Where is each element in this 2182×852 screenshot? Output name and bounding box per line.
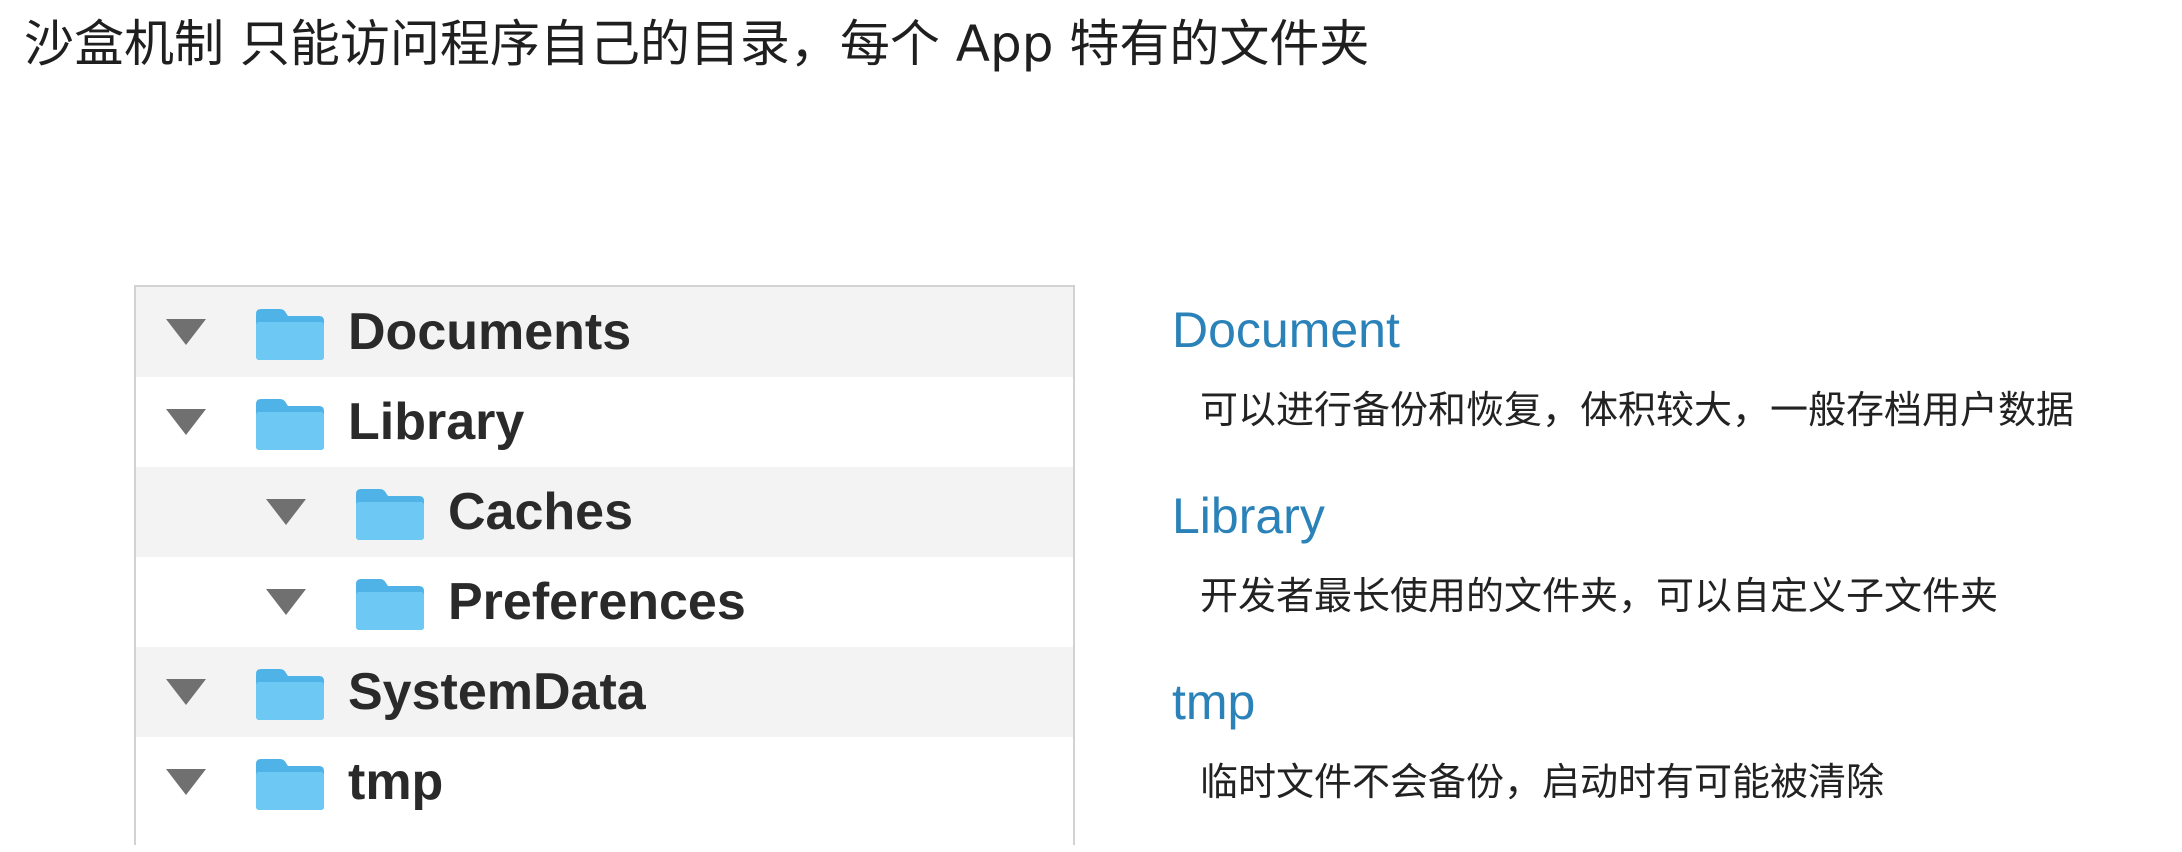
folder-icon: [254, 306, 326, 362]
folder-icon: [254, 396, 326, 452]
tree-row-preferences[interactable]: Preferences: [136, 557, 1073, 647]
tree-row-tmp[interactable]: tmp: [136, 737, 1073, 827]
folder-icon: [354, 486, 426, 542]
tree-row-label: Caches: [448, 483, 633, 541]
description-heading: Library: [1172, 488, 1325, 544]
description-library: Library 开发者最长使用的文件夹，可以自定义子文件夹: [1172, 486, 1998, 620]
tree-row-systemdata[interactable]: SystemData: [136, 647, 1073, 737]
disclosure-triangle-icon[interactable]: [166, 679, 206, 705]
folder-icon: [254, 666, 326, 722]
file-tree: Documents Library Caches Preferences Sys…: [134, 285, 1075, 845]
description-text: 临时文件不会备份，启动时有可能被清除: [1200, 760, 1885, 804]
description-text: 开发者最长使用的文件夹，可以自定义子文件夹: [1200, 574, 1999, 618]
description-tmp: tmp 临时文件不会备份，启动时有可能被清除: [1172, 672, 1884, 806]
tree-row-label: Library: [348, 393, 525, 451]
disclosure-triangle-icon[interactable]: [166, 409, 206, 435]
description-heading: Document: [1172, 302, 1400, 358]
tree-row-label: tmp: [348, 753, 444, 811]
disclosure-triangle-icon[interactable]: [266, 589, 306, 615]
tree-row-documents[interactable]: Documents: [136, 287, 1073, 377]
slide: 沙盒机制 只能访问程序自己的目录，每个 App 特有的文件夹 Documents…: [0, 0, 2182, 852]
disclosure-triangle-icon[interactable]: [166, 769, 206, 795]
description-document: Document 可以进行备份和恢复，体积较大，一般存档用户数据: [1172, 300, 2074, 434]
tree-row-label: Documents: [348, 303, 632, 361]
tree-row-label: Preferences: [448, 573, 746, 631]
disclosure-triangle-icon[interactable]: [166, 319, 206, 345]
tree-row-library[interactable]: Library: [136, 377, 1073, 467]
description-text: 可以进行备份和恢复，体积较大，一般存档用户数据: [1200, 388, 2075, 432]
slide-title: 沙盒机制 只能访问程序自己的目录，每个 App 特有的文件夹: [24, 15, 1370, 73]
folder-icon: [354, 576, 426, 632]
description-heading: tmp: [1172, 674, 1256, 730]
tree-row-label: SystemData: [348, 663, 646, 721]
disclosure-triangle-icon[interactable]: [266, 499, 306, 525]
tree-row-caches[interactable]: Caches: [136, 467, 1073, 557]
folder-icon: [254, 756, 326, 812]
